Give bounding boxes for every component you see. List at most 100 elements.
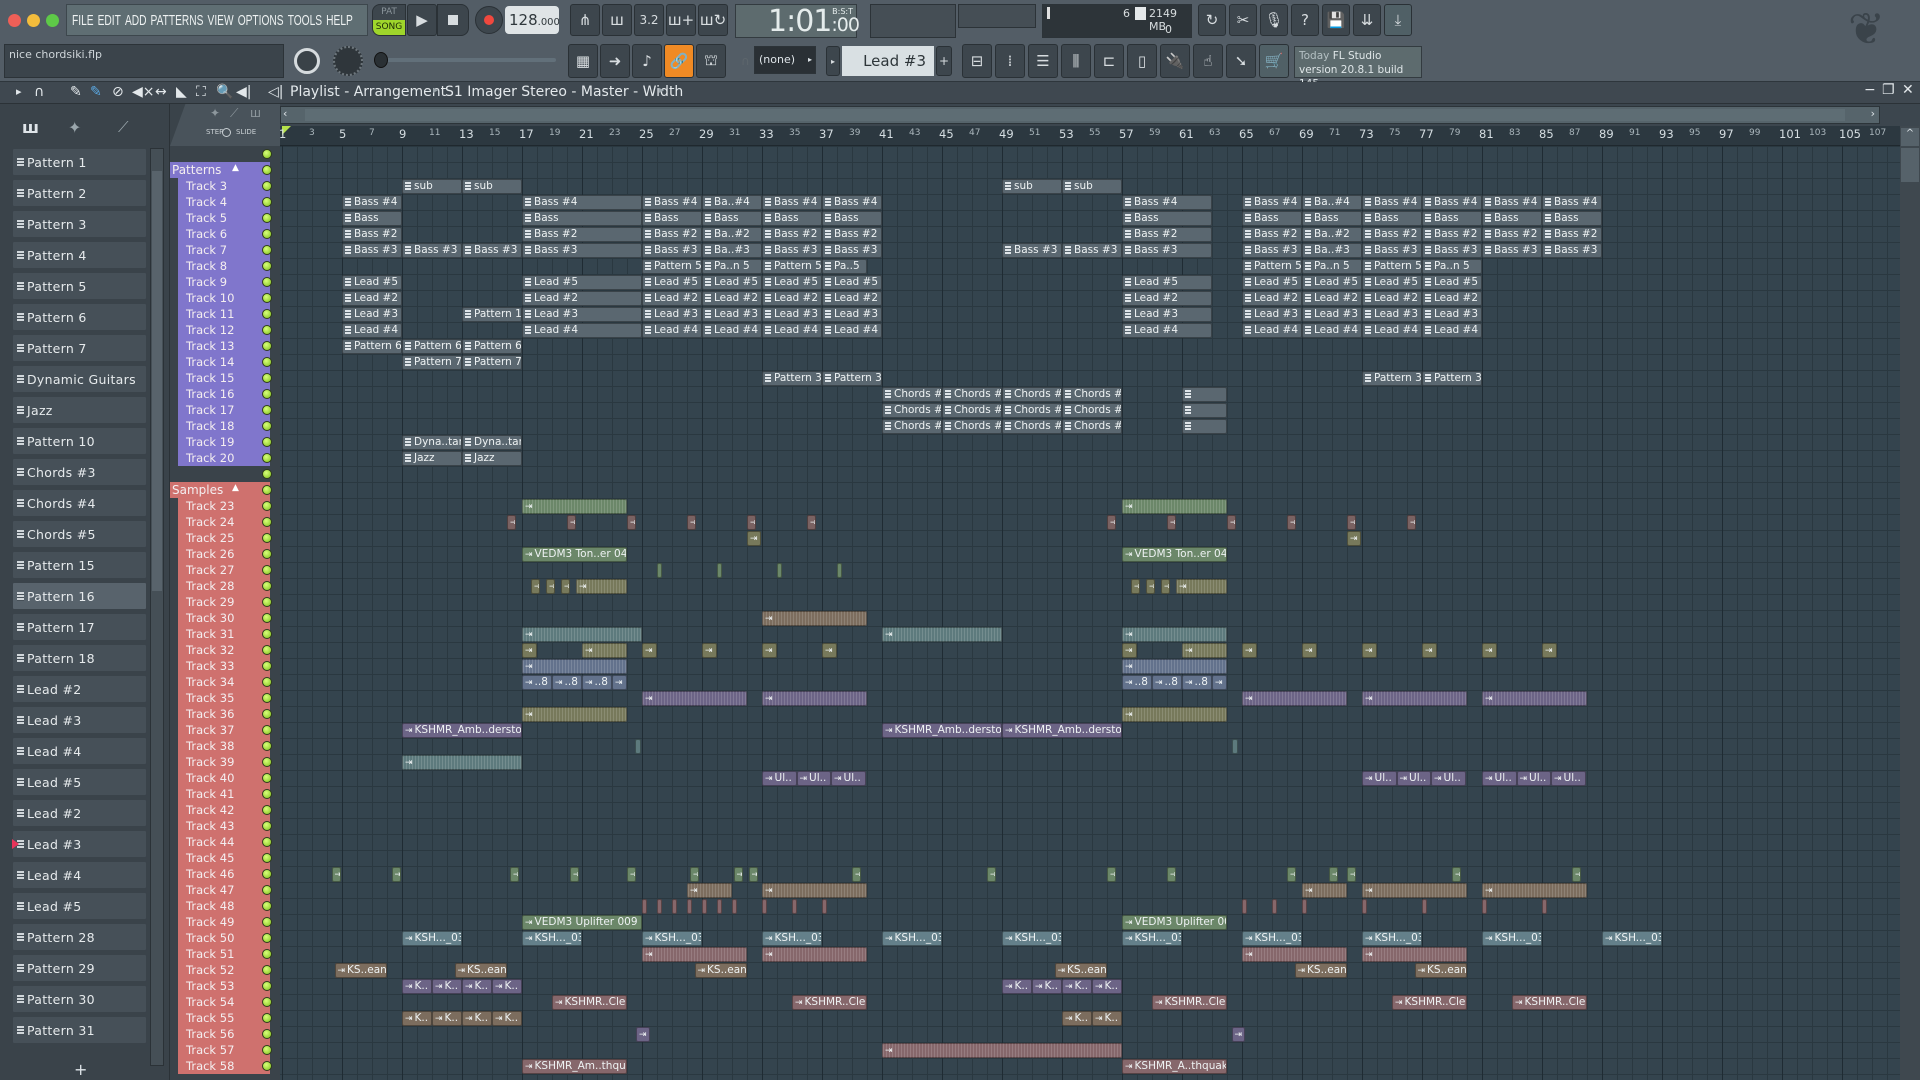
audio-clip[interactable] [792,899,797,914]
pattern-clip[interactable]: Ba..#4 [1302,195,1362,210]
audio-clip[interactable]: ⇥ [1362,883,1467,898]
audio-clip[interactable] [642,899,647,914]
audio-clip[interactable]: ⇥ [1347,867,1356,882]
pattern-clip[interactable]: Bass [1542,211,1602,226]
pattern-clip[interactable]: Lead #3 [1242,307,1302,322]
record-button[interactable] [475,6,503,34]
track-mute-led[interactable] [262,821,272,831]
track-mute-led[interactable] [262,533,272,543]
pattern-clip[interactable]: Lead #3 [1302,307,1362,322]
cut-button[interactable]: ✂ [1229,4,1257,36]
multilink-button[interactable]: ⛫ [696,44,726,78]
pattern-clip[interactable]: Jazz [402,451,462,466]
pattern-clip[interactable]: Lead #2 [642,291,702,306]
audio-clip[interactable]: ⇥ [570,867,579,882]
pattern-list-item[interactable]: Pattern 10 [12,427,147,455]
add-pattern-button[interactable]: + [936,46,952,76]
pattern-clip[interactable]: Bass #3 [762,243,822,258]
browser-button[interactable]: ⊏ [1094,44,1124,78]
audio-clip[interactable]: ⇥ [531,579,540,594]
timeline-ruler[interactable]: 1357911131517192123252729313335373941434… [280,126,1900,146]
playback-tool-icon[interactable]: ◀| [236,84,251,100]
pattern-clip[interactable]: Lead #2 [1122,291,1212,306]
audio-clip[interactable]: ⇥ [747,531,761,546]
pattern-clip[interactable]: Bass #4 [762,195,822,210]
pattern-clip[interactable]: Lead #5 [1242,275,1302,290]
audio-clip[interactable]: ⇥ K.. [432,979,462,994]
pattern-clip[interactable]: Lead #5 [822,275,882,290]
audio-clip[interactable]: ⇥ [1347,531,1361,546]
playlist-grid[interactable]: sub sub sub sub Bass #4 Bass #4 Bass #4 Ba..#4 B… [280,146,1900,1080]
audio-clip[interactable]: ⇥ [522,707,627,722]
audio-clip[interactable]: ⇥ [1287,867,1296,882]
track-header[interactable]: Track 48 [178,898,275,914]
audio-clip[interactable]: ⇥ [510,867,519,882]
automation-icon[interactable]: ⟋ [230,106,238,121]
audio-clip[interactable] [1231,739,1238,754]
track-header[interactable]: Track 5 [178,210,275,226]
track-header[interactable]: Track 8 [178,258,275,274]
plugin-database-button[interactable]: 🔌 [1160,44,1190,78]
track-mute-led[interactable] [262,245,272,255]
pattern-clip[interactable]: Bass #3 [1482,243,1542,258]
track-group-header[interactable]: Patterns [170,162,267,178]
pattern-list-item[interactable]: Lead #3 [12,830,147,858]
select-tool-icon[interactable]: ⛶ [196,84,206,100]
track-mute-led[interactable] [262,581,272,591]
track-header[interactable]: Track 20 [178,450,275,466]
audio-clip[interactable]: ⇥ [561,579,570,594]
track-mute-led[interactable] [262,597,272,607]
audio-clip[interactable]: ⇥ [1362,691,1467,706]
minimize-icon[interactable]: − [1864,82,1876,98]
pattern-clip[interactable]: Bass [1242,211,1302,226]
track-mute-led[interactable] [262,437,272,447]
pat-song-toggle[interactable]: PAT SONG [372,4,406,36]
track-mute-led[interactable] [262,405,272,415]
collapse-group-icon[interactable]: ▲ [232,483,239,493]
audio-clip[interactable]: ⇥ K.. [1062,1011,1092,1026]
pattern-clip[interactable]: Lead #4 [1422,323,1482,338]
pattern-clip[interactable]: Bass #3 [642,243,702,258]
pattern-clip[interactable]: Lead #4 [822,323,882,338]
pattern-clip[interactable]: Bass #4 [1362,195,1422,210]
audio-clip[interactable]: ⇥ [807,515,816,530]
audio-clip[interactable]: ⇥ [1122,499,1227,514]
menu-tools[interactable]: TOOLS [288,12,322,29]
download-button[interactable]: ⤓ [1384,4,1412,36]
audio-clip[interactable]: ⇥ [627,515,636,530]
pattern-list-item[interactable]: Jazz [12,396,147,424]
track-header[interactable]: Track 15 [178,370,275,386]
audio-clip[interactable]: ⇥ [1347,515,1356,530]
audio-clip[interactable]: ⇥ [507,515,516,530]
audio-clip[interactable]: ⇥ [1542,643,1557,658]
track-header[interactable]: Track 29 [178,594,275,610]
audio-clip[interactable]: ⇥ KSHMR_A..thquake [1122,1059,1227,1074]
track-header[interactable]: Track 51 [178,946,275,962]
mixer-button[interactable]: ⫼ [1061,44,1091,78]
audio-clip[interactable]: ⇥ Ul.. [762,771,797,786]
pattern-list-item[interactable]: Pattern 29 [12,954,147,982]
pattern-list-item[interactable]: Lead #4 [12,737,147,765]
audio-clip[interactable]: ⇥ [1422,643,1437,658]
pattern-clip[interactable]: Bass #3 [1422,243,1482,258]
pattern-clip[interactable]: Chords #4 [942,403,1002,418]
track-header[interactable]: Track 31 [178,626,275,642]
audio-clip[interactable] [732,899,737,914]
pattern-clip[interactable]: Bass #4 [1242,195,1302,210]
track-mute-led[interactable] [262,757,272,767]
audio-clip[interactable]: ⇥ [1131,579,1140,594]
audio-clip[interactable] [837,563,842,578]
audio-clip[interactable]: ⇥ [1167,515,1176,530]
track-header[interactable]: Track 55 [178,1010,275,1026]
pattern-clip[interactable]: Bass #2 [522,227,642,242]
pattern-clip[interactable]: Chords #5 [1062,419,1122,434]
track-mute-led[interactable] [262,949,272,959]
track-header[interactable]: Track 23 [178,498,275,514]
pattern-clip[interactable]: Lead #4 [1302,323,1362,338]
track-header[interactable]: Track 46 [178,866,275,882]
pattern-clip[interactable]: Lead #5 [702,275,762,290]
audio-clip[interactable]: ⇥ Ul.. [1516,771,1551,786]
track-mute-led[interactable] [262,629,272,639]
channel-rack-button[interactable]: ⁞ [995,44,1025,78]
track-mute-led[interactable] [262,789,272,799]
